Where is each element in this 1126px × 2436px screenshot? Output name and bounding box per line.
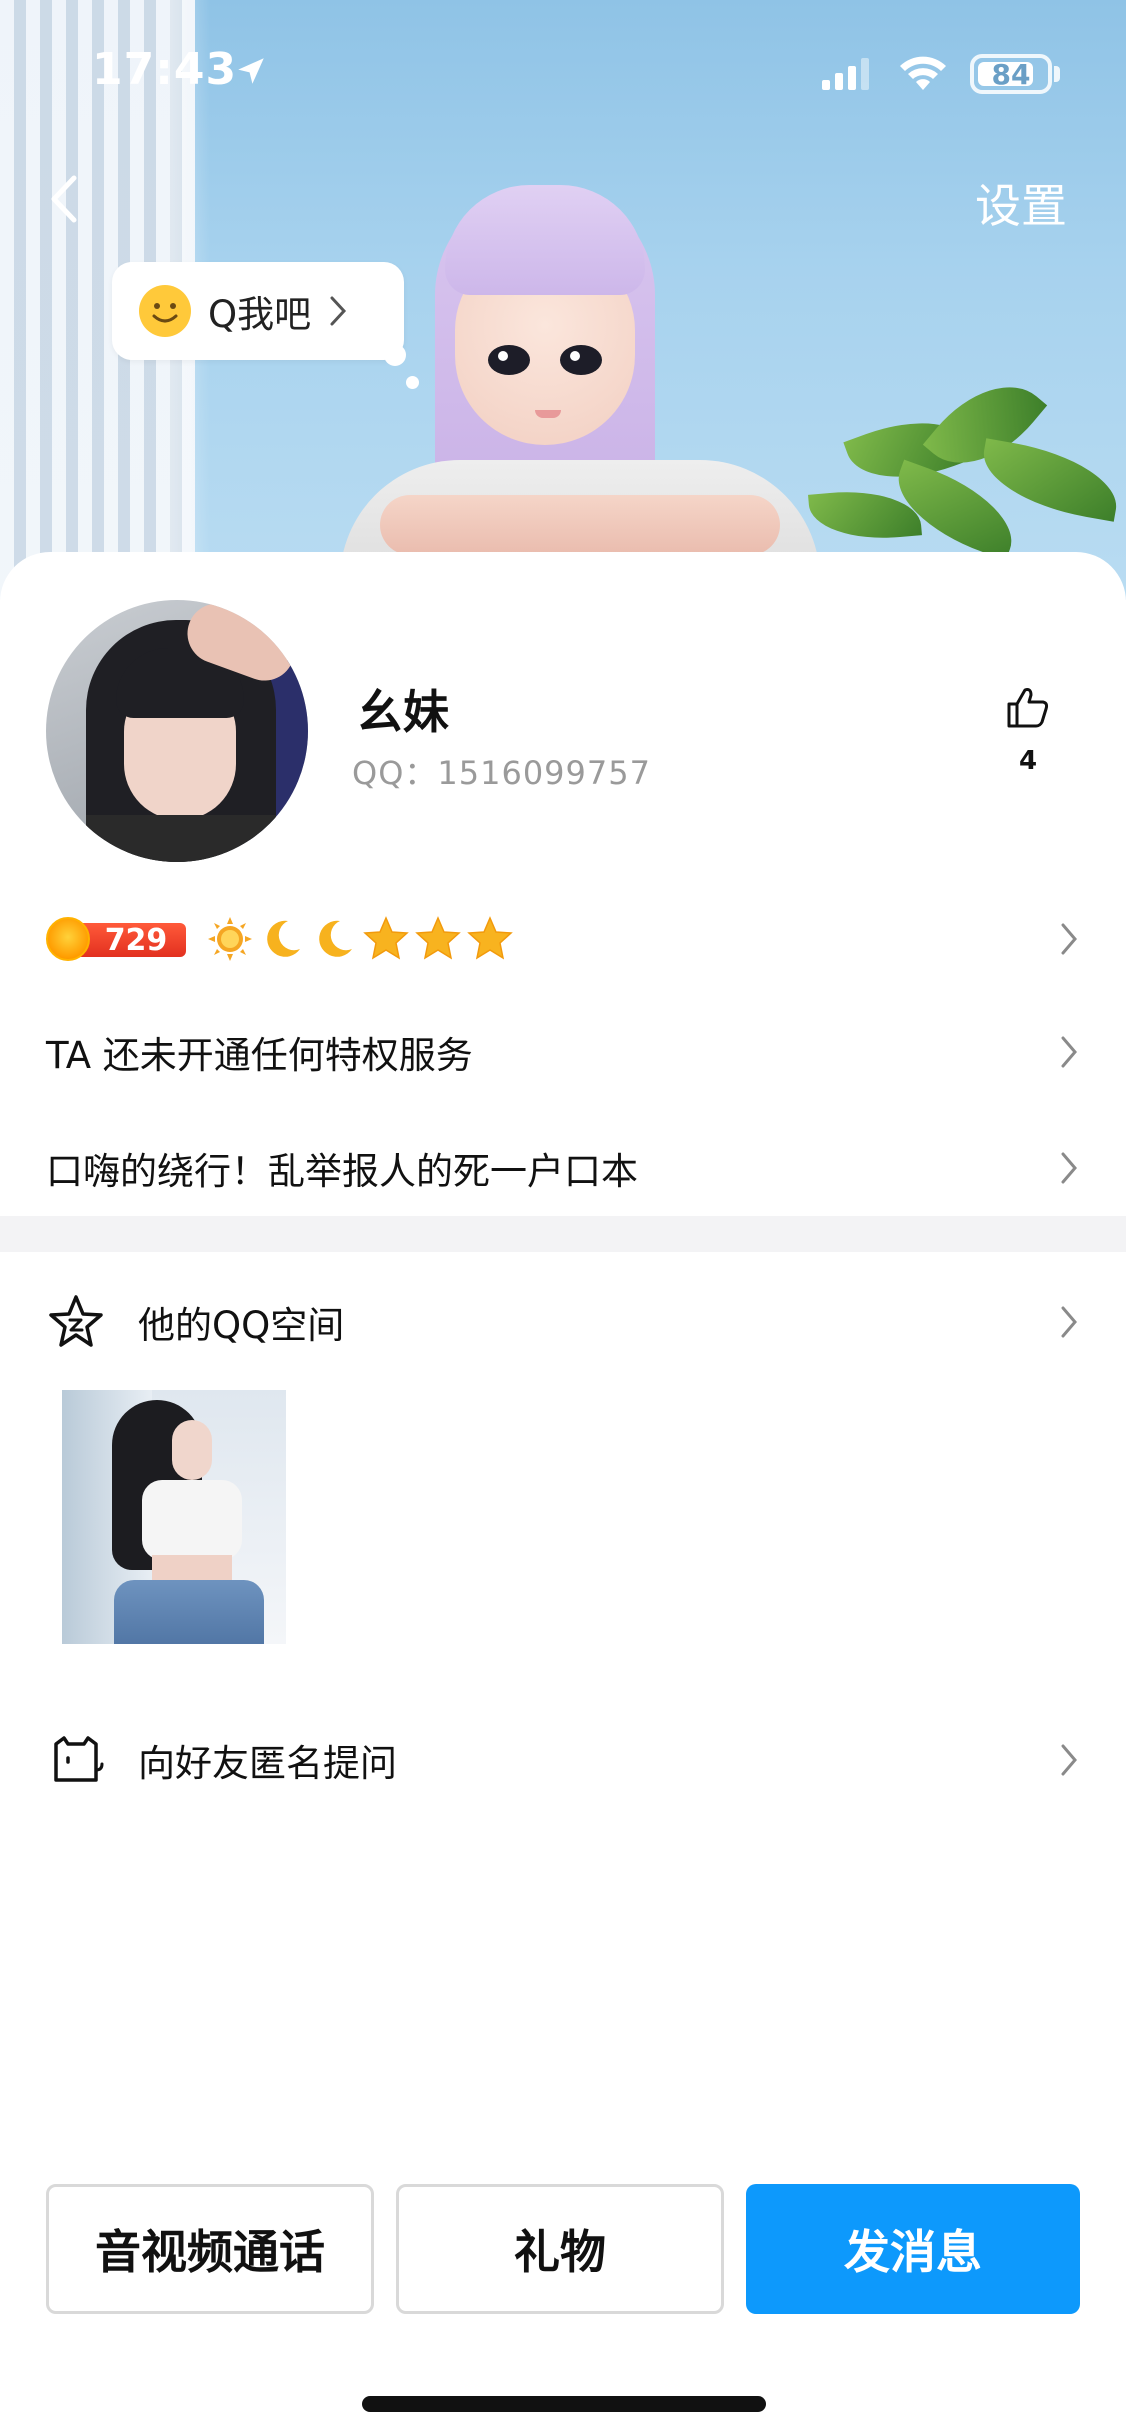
battery-indicator: 84 xyxy=(970,54,1052,94)
action-bar: 音视频通话 礼物 发消息 xyxy=(46,2184,1080,2314)
moon-icon xyxy=(310,915,358,963)
star-icon xyxy=(466,915,514,963)
qzone-photo-thumbnail[interactable] xyxy=(62,1390,286,1644)
figure-eye-left xyxy=(488,345,530,375)
vip-level-badge: 729 xyxy=(46,917,186,961)
level-icons xyxy=(206,915,518,963)
bubble-label: Q我吧 xyxy=(208,293,312,336)
avatar-figure[interactable] xyxy=(320,175,840,600)
star-icon xyxy=(362,915,410,963)
vip-coin-icon xyxy=(46,917,90,961)
video-call-button[interactable]: 音视频通话 xyxy=(46,2184,374,2314)
anonymous-question-row[interactable]: 向好友匿名提问 xyxy=(46,1720,1080,1800)
signature-row[interactable]: 口嗨的绕行！乱举报人的死一户口本 xyxy=(46,1128,1080,1208)
q-me-bubble[interactable]: Q我吧 xyxy=(112,262,404,360)
thumbs-up-icon xyxy=(1007,688,1049,728)
plant-decoration xyxy=(808,360,1126,580)
status-time: 17:43 xyxy=(92,44,238,95)
battery-cap xyxy=(1054,66,1060,82)
vip-level-value: 729 xyxy=(76,923,186,958)
bubble-tail-dot-small xyxy=(406,376,419,389)
back-chevron-icon[interactable] xyxy=(44,172,84,226)
photo-jeans xyxy=(114,1580,264,1644)
chevron-right-icon xyxy=(1061,923,1077,955)
star-icon xyxy=(414,915,462,963)
like-count: 4 xyxy=(1018,746,1038,776)
wifi-icon xyxy=(900,56,946,90)
qzone-label: 他的QQ空间 xyxy=(138,1304,345,1347)
home-indicator[interactable] xyxy=(362,2396,766,2412)
sun-icon xyxy=(206,915,254,963)
level-row[interactable]: 729 xyxy=(46,908,1080,970)
status-bar: 17:43 84 xyxy=(0,0,1126,140)
smile-emoji-icon xyxy=(139,285,191,337)
anonymous-question-label: 向好友匿名提问 xyxy=(138,1742,397,1785)
photo-face xyxy=(172,1420,212,1480)
avatar[interactable] xyxy=(46,600,308,862)
chevron-right-icon xyxy=(1061,1152,1077,1184)
chevron-right-icon xyxy=(1061,1306,1077,1338)
avatar-shirt xyxy=(86,815,276,862)
chevron-right-icon xyxy=(1061,1036,1077,1068)
like-button[interactable]: 4 xyxy=(1000,684,1056,794)
moon-icon xyxy=(258,915,306,963)
signature-text: 口嗨的绕行！乱举报人的死一户口本 xyxy=(46,1150,638,1193)
send-message-button[interactable]: 发消息 xyxy=(746,2184,1080,2314)
gift-button[interactable]: 礼物 xyxy=(396,2184,724,2314)
figure-bangs xyxy=(445,185,645,295)
settings-button[interactable]: 设置 xyxy=(975,170,1067,236)
qq-number: QQ：1516099757 xyxy=(352,754,651,792)
qzone-star-icon xyxy=(49,1295,103,1347)
chevron-right-icon xyxy=(330,296,347,326)
location-arrow-icon xyxy=(238,58,264,84)
figure-mouth xyxy=(535,410,561,418)
battery-percent: 84 xyxy=(991,57,1031,91)
privilege-row[interactable]: TA 还未开通任何特权服务 xyxy=(46,1012,1080,1092)
bubble-tail-dot xyxy=(384,344,406,366)
chevron-right-icon xyxy=(1061,1744,1077,1776)
section-divider xyxy=(0,1216,1126,1252)
cellular-signal-icon xyxy=(822,58,869,90)
cat-box-icon xyxy=(54,1736,104,1782)
photo-top xyxy=(142,1480,242,1560)
qzone-row[interactable]: 他的QQ空间 xyxy=(46,1282,1080,1362)
profile-name: 幺妹 xyxy=(357,685,449,739)
figure-arms xyxy=(380,495,780,555)
privilege-text: TA 还未开通任何特权服务 xyxy=(46,1034,473,1077)
figure-eye-right xyxy=(560,345,602,375)
